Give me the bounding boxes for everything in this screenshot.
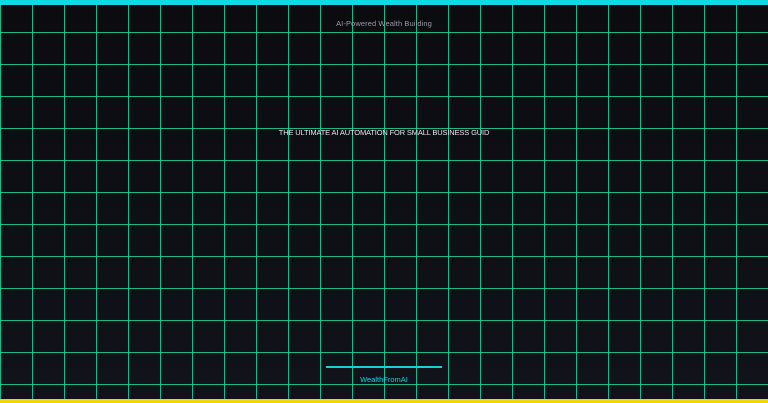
brand-divider <box>326 366 442 368</box>
top-accent-bar <box>0 0 768 5</box>
headline: THE ULTIMATE AI AUTOMATION FOR SMALL BUS… <box>278 128 490 137</box>
bottom-accent-bar <box>0 399 768 403</box>
tagline: AI-Powered Wealth Building <box>336 19 432 28</box>
thumbnail-canvas: AI-Powered Wealth Building THE ULTIMATE … <box>0 0 768 403</box>
brand-name: WealthFromAI <box>360 375 408 384</box>
background-grid <box>0 0 768 403</box>
